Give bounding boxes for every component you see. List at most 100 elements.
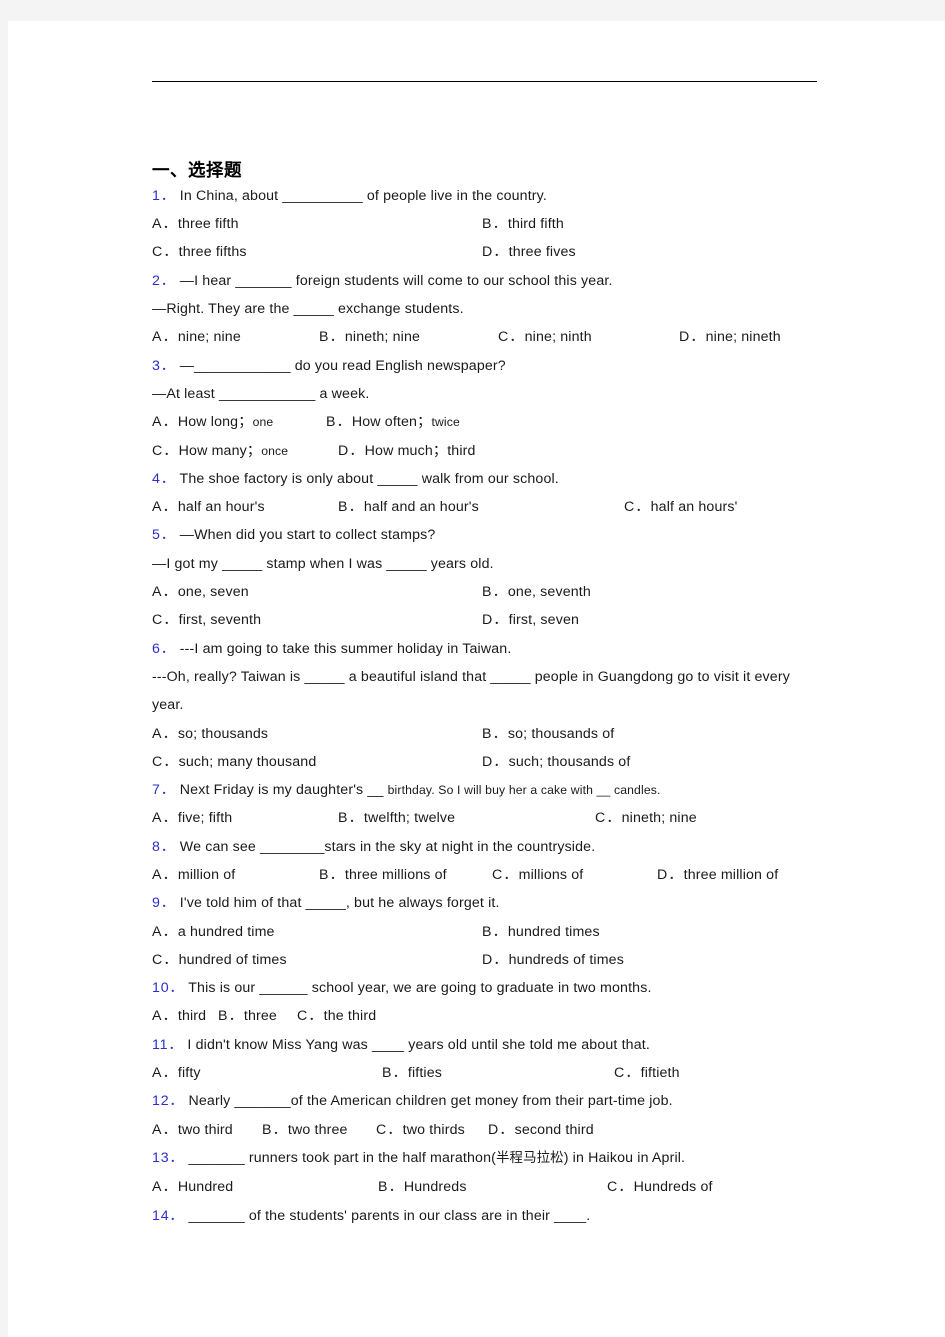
option-b[interactable]: B．Hundreds <box>378 1173 467 1201</box>
option-label: C． <box>152 951 179 968</box>
question-stem-line2: —I got my _____ stamp when I was _____ y… <box>152 555 494 572</box>
option-label: C． <box>152 244 179 261</box>
option-text: such; many thousand <box>178 753 317 770</box>
option-c[interactable]: C．nine; ninth <box>498 323 592 351</box>
option-c[interactable]: C．such; many thousand <box>152 748 316 776</box>
option-row: A．million of B．three millions of C．milli… <box>152 861 825 889</box>
option-a[interactable]: A．million of <box>152 861 235 889</box>
option-label: B． <box>382 1065 408 1082</box>
option-label: D． <box>679 329 706 346</box>
document-content: 一、选择题 1． In China, about __________ of p… <box>145 81 825 1230</box>
option-text: Hundred <box>177 1179 234 1196</box>
option-a[interactable]: A．a hundred time <box>152 918 275 946</box>
option-label: C． <box>297 1008 324 1025</box>
option-a[interactable]: A．fifty <box>152 1059 201 1087</box>
option-b[interactable]: B．three <box>218 1002 277 1030</box>
option-label: C． <box>624 499 651 516</box>
option-row: C．How many；once D．How much；third <box>152 437 825 465</box>
question-number: 10． <box>152 980 185 997</box>
option-b[interactable]: B．How often；twice <box>326 408 460 436</box>
option-text: nineth; nine <box>621 810 697 827</box>
question-number: 3． <box>152 357 176 374</box>
option-b[interactable]: B．half and an hour's <box>338 493 479 521</box>
option-c[interactable]: C．nineth; nine <box>595 804 697 832</box>
option-label: A． <box>152 810 178 827</box>
option-c[interactable]: C．How many；once <box>152 437 288 465</box>
option-label: B． <box>319 329 345 346</box>
option-label: B． <box>262 1121 288 1138</box>
option-text: two thirds <box>402 1121 465 1138</box>
option-d[interactable]: D．first, seven <box>482 606 579 634</box>
option-b[interactable]: B．one, seventh <box>482 578 591 606</box>
option-b[interactable]: B．three millions of <box>319 861 447 889</box>
option-subtext: twice <box>431 415 460 430</box>
option-b[interactable]: B．two three <box>262 1116 348 1144</box>
option-text: fifty <box>177 1065 201 1082</box>
option-text: hundred of times <box>178 951 287 968</box>
option-a[interactable]: A．so; thousands <box>152 720 268 748</box>
option-row: A．Hundred B．Hundreds C．Hundreds of <box>152 1173 825 1201</box>
option-d[interactable]: D．nine; nineth <box>679 323 781 351</box>
option-text: fifties <box>407 1065 443 1082</box>
question-text: _______ runners took part in the half ma… <box>184 1149 497 1166</box>
option-label: B． <box>482 216 508 233</box>
option-a[interactable]: A．nine; nine <box>152 323 241 351</box>
option-a[interactable]: A．How long；one <box>152 408 273 436</box>
question-stem-line2: —Right. They are the _____ exchange stud… <box>152 301 464 318</box>
option-b[interactable]: B．nineth; nine <box>319 323 420 351</box>
option-label: A． <box>152 1121 178 1138</box>
option-d[interactable]: D．such; thousands of <box>482 748 630 776</box>
question-text-end: ) in Haikou in April. <box>563 1149 686 1166</box>
option-c[interactable]: C．hundred of times <box>152 946 287 974</box>
option-b[interactable]: B．hundred times <box>482 918 600 946</box>
option-row: A．third B．three C．the third <box>152 1002 825 1030</box>
option-d[interactable]: D．three fives <box>482 238 576 266</box>
option-label: B． <box>338 810 364 827</box>
question-number: 1． <box>152 187 176 204</box>
option-c[interactable]: C．half an hours' <box>624 493 737 521</box>
option-a[interactable]: A．third <box>152 1002 206 1030</box>
option-text: two three <box>287 1121 348 1138</box>
option-d[interactable]: D．three million of <box>657 861 778 889</box>
option-b[interactable]: B．fifties <box>382 1059 442 1087</box>
option-b[interactable]: B．third fifth <box>482 210 564 238</box>
option-a[interactable]: A．five; fifth <box>152 804 232 832</box>
option-row: A．How long；one B．How often；twice <box>152 408 825 436</box>
question-number: 11． <box>152 1036 184 1053</box>
option-a[interactable]: A．three fifth <box>152 210 239 238</box>
option-a[interactable]: A．half an hour's <box>152 493 265 521</box>
option-subtext: third <box>447 442 476 459</box>
option-text: first, seventh <box>178 612 262 629</box>
option-a[interactable]: A．two third <box>152 1116 233 1144</box>
option-row: A．fifty B．fifties C．fiftieth <box>152 1059 825 1087</box>
option-label: A． <box>152 499 178 516</box>
option-c[interactable]: C．first, seventh <box>152 606 261 634</box>
option-c[interactable]: C．the third <box>297 1002 376 1030</box>
option-b[interactable]: B．so; thousands of <box>482 720 614 748</box>
option-row: A．nine; nine B．nineth; nine C．nine; nint… <box>152 323 825 351</box>
option-label: A． <box>152 216 178 233</box>
option-label: B． <box>482 584 508 601</box>
option-c[interactable]: C．fiftieth <box>614 1059 680 1087</box>
option-a[interactable]: A．one, seven <box>152 578 249 606</box>
option-text: three fives <box>508 244 576 261</box>
option-c[interactable]: C．two thirds <box>376 1116 465 1144</box>
option-d[interactable]: D．second third <box>488 1116 594 1144</box>
option-d[interactable]: D．hundreds of times <box>482 946 624 974</box>
question-text: In China, about __________ of people liv… <box>179 187 547 204</box>
question-stem: 5． —When did you start to collect stamps… <box>152 521 825 549</box>
option-row: A．a hundred time B．hundred times <box>152 918 825 946</box>
option-label: C． <box>492 867 519 883</box>
question-number: 7． <box>152 782 176 799</box>
option-c[interactable]: C．millions of <box>492 861 583 889</box>
option-a[interactable]: A．Hundred <box>152 1173 233 1201</box>
option-subtext: one <box>252 415 274 430</box>
option-text: third fifth <box>507 216 564 233</box>
option-text: How often <box>351 414 418 431</box>
option-c[interactable]: C．three fifths <box>152 238 247 266</box>
option-text: the third <box>323 1008 377 1025</box>
option-c[interactable]: C．Hundreds of <box>607 1173 713 1201</box>
section-heading: 一、选择题 <box>152 160 242 180</box>
option-d[interactable]: D．How much；third <box>338 437 476 465</box>
option-b[interactable]: B．twelfth; twelve <box>338 804 455 832</box>
